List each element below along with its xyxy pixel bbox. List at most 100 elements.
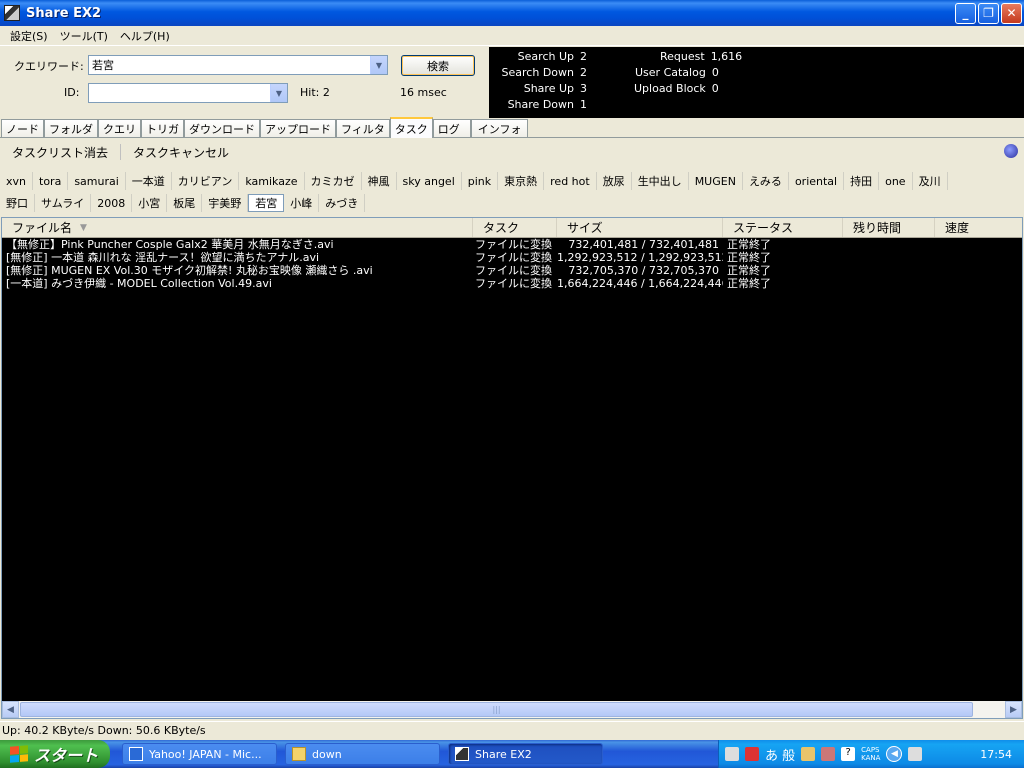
folder-icon [292,747,306,761]
taskbar-item-down[interactable]: down [285,743,440,765]
upload-block-value: 0 [711,82,719,95]
keyword-button[interactable]: pink [462,172,499,190]
menu-tools[interactable]: ツール(T) [54,28,114,44]
tab-trigger[interactable]: トリガ [141,119,184,137]
task-list[interactable]: ファイル名 ▼ タスク サイズ ステータス 残り時間 速度 【無修正】Pink P… [1,217,1023,719]
tab-log[interactable]: ログ [432,119,471,137]
keyword-button[interactable]: カミカゼ [305,172,362,190]
keyword-button[interactable]: samurai [68,172,126,190]
tab-upload[interactable]: アップロード [260,119,336,137]
tab-info[interactable]: インフォ [470,119,529,137]
column-size[interactable]: サイズ [557,218,723,237]
app-window: Share EX2 _ ❐ ✕ 設定(S) ツール(T) ヘルプ(H) クエリワ… [0,0,1024,740]
keyword-button[interactable]: sky angel [397,172,462,190]
table-row[interactable]: 【無修正】Pink Puncher Cosple Galx2 華美月 水無月なぎ… [2,238,1022,251]
start-label: スタート [34,746,99,765]
tab-node[interactable]: ノード [1,119,44,137]
keyword-button[interactable]: 小宮 [132,194,168,212]
keyword-button[interactable]: oriental [789,172,845,190]
column-filename[interactable]: ファイル名 ▼ [2,218,473,237]
maximize-button[interactable]: ❐ [978,2,999,24]
minimize-button[interactable]: _ [955,2,976,24]
table-row[interactable]: [無修正] MUGEN EX Vol.30 モザイク初解禁! 丸秘お宝映像 瀬織… [2,264,1022,277]
keyword-button[interactable]: サムライ [35,194,92,212]
query-combobox[interactable]: 若宮 ▼ [88,55,388,75]
task-rows: 【無修正】Pink Puncher Cosple Galx2 華美月 水無月なぎ… [2,238,1022,290]
share-app-icon [455,747,469,761]
tab-task[interactable]: タスク [389,117,433,138]
ime-icon[interactable] [745,747,759,761]
column-task[interactable]: タスク [473,218,557,237]
keyboard-icon[interactable] [725,747,739,761]
request-label: Request [660,50,705,63]
keyword-button[interactable]: 一本道 [126,172,172,190]
table-row[interactable]: [無修正] 一本道 森川れな 淫乱ナース！欲望に満ちたアナル.avi ファイルに変… [2,251,1022,264]
help-icon[interactable]: ? [841,747,856,761]
menu-settings[interactable]: 設定(S) [4,28,54,44]
cell-status: 正常終了 [727,238,771,251]
keyword-button[interactable]: 若宮 [248,194,285,212]
keyword-button[interactable]: 及川 [913,172,948,190]
keyword-button[interactable]: red hot [544,172,597,190]
taskbar-item-yahoo[interactable]: Yahoo! JAPAN - Mic... [122,743,277,765]
ime-tool-icon[interactable] [801,747,816,761]
cell-filename: 【無修正】Pink Puncher Cosple Galx2 華美月 水無月なぎ… [6,238,334,251]
cell-status: 正常終了 [727,251,771,264]
keyword-button[interactable]: 野口 [0,194,35,212]
keyword-button[interactable]: tora [33,172,69,190]
ime-mode[interactable]: あ 般 [765,745,795,764]
tab-folder[interactable]: フォルダ [44,119,98,137]
keyword-bar: xvn tora samurai 一本道 カリビアン kamikaze カミカゼ 神風 sky … [0,170,1024,214]
keyword-button[interactable]: カリビアン [172,172,240,190]
table-row[interactable]: [一本道] みづき伊織 - MODEL Collection Vol.49.av… [2,277,1022,290]
title-bar[interactable]: Share EX2 _ ❐ ✕ [0,0,1024,26]
network-icon[interactable] [908,747,923,761]
keyword-button[interactable]: みづき [319,194,366,212]
start-button[interactable]: スタート [0,740,110,768]
keyword-button[interactable]: xvn [0,172,33,190]
scroll-thumb[interactable]: ||| [20,702,973,717]
keyword-button[interactable]: kamikaze [239,172,305,190]
tab-bar: ノード フォルダ クエリ トリガ ダウンロード アップロード フィルタ タスク … [0,117,1024,138]
keyword-button[interactable]: 放尿 [597,172,632,190]
tab-download[interactable]: ダウンロード [184,119,260,137]
status-orb-icon[interactable] [1004,144,1018,158]
hit-count: Hit: 2 [300,86,330,99]
column-status[interactable]: ステータス [723,218,843,237]
search-up-value: 2 [580,50,587,63]
user-catalog-value: 0 [711,66,719,79]
id-combobox[interactable]: ▼ [88,83,288,103]
scroll-right-icon[interactable]: ▶ [1005,701,1022,718]
keyword-button[interactable]: 東京熱 [498,172,545,190]
keyword-button[interactable]: 宇美野 [202,194,249,212]
column-speed[interactable]: 速度 [935,218,1022,237]
keyword-button[interactable]: 神風 [362,172,397,190]
cancel-task-button[interactable]: タスクキャンセル [121,144,241,161]
keyword-button[interactable]: 生中出し [632,172,689,190]
app-icon [4,5,20,21]
keyword-button[interactable]: 小峰 [284,194,320,212]
keyword-button[interactable]: 持田 [844,172,880,190]
ime-pad-icon[interactable] [821,747,836,761]
menu-help[interactable]: ヘルプ(H) [114,28,176,44]
keyword-button[interactable]: えみる [743,172,789,190]
clear-task-list-button[interactable]: タスクリスト消去 [0,144,120,161]
scroll-left-icon[interactable]: ◀ [2,701,19,718]
chevron-down-icon[interactable]: ▼ [270,84,287,102]
keyword-button[interactable]: one [879,172,913,190]
keyword-button[interactable]: 板尾 [167,194,203,212]
chevron-left-icon[interactable]: ◀ [886,746,903,762]
chevron-down-icon[interactable]: ▼ [370,56,387,74]
keyword-button[interactable]: MUGEN [689,172,743,190]
tab-query[interactable]: クエリ [98,119,141,137]
search-button[interactable]: 検索 [401,55,475,76]
taskbar-item-share[interactable]: Share EX2 [448,743,603,765]
horizontal-scrollbar[interactable]: ◀ ||| ▶ [2,701,1022,718]
status-bar: Up: 40.2 KByte/s Down: 50.6 KByte/s [0,721,1024,738]
keyword-button[interactable]: 2008 [91,194,133,212]
cell-task: ファイルに変換 [475,251,552,264]
column-remaining[interactable]: 残り時間 [843,218,935,237]
tab-filter[interactable]: フィルタ [336,119,390,137]
request-value: 1,616 [710,50,743,63]
close-button[interactable]: ✕ [1001,2,1022,24]
